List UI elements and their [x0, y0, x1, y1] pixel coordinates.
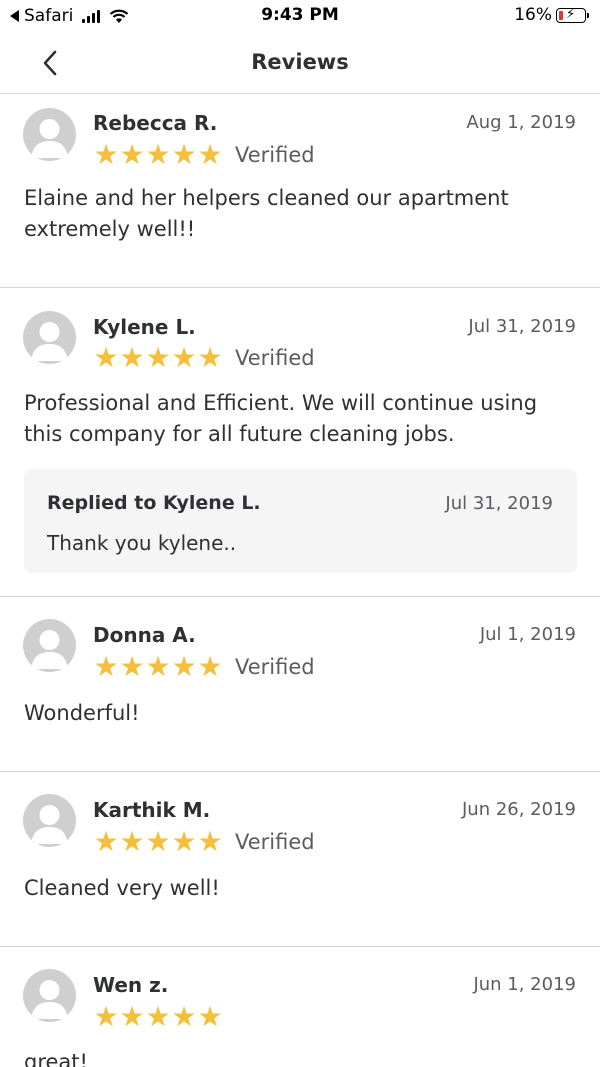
- star-icon: ★: [145, 138, 171, 171]
- star-icon: ★: [197, 825, 223, 858]
- verified-label: Verified: [235, 655, 315, 679]
- star-icon: ★: [119, 341, 145, 374]
- battery-percent: 16%: [514, 5, 552, 25]
- star-icon: ★: [93, 825, 119, 858]
- star-icon: ★: [119, 1000, 145, 1033]
- star-icon: ★: [93, 341, 119, 374]
- verified-label: Verified: [235, 346, 315, 370]
- status-bar: Safari 9:43 PM 16% ⚡: [0, 0, 600, 32]
- review-date: Jun 26, 2019: [461, 799, 576, 820]
- star-icon: ★: [145, 1000, 171, 1033]
- default-user-icon: [31, 980, 68, 1019]
- reviewer-name: Kylene L.: [93, 315, 196, 339]
- star-icon: ★: [171, 341, 197, 374]
- reviewer-name: Wen z.: [93, 973, 169, 997]
- clock: 9:43 PM: [261, 5, 339, 25]
- star-icon: ★: [93, 650, 119, 683]
- reviewer-name: Karthik M.: [93, 798, 211, 822]
- review-text-line: Elaine and her helpers cleaned our apart…: [24, 186, 509, 210]
- star-icon: ★: [197, 341, 223, 374]
- review-text-line: Wonderful!: [24, 701, 140, 725]
- review-text: Wonderful!: [24, 698, 584, 729]
- star-icon: ★: [145, 825, 171, 858]
- star-icon: ★: [197, 138, 223, 171]
- star-icon: ★: [197, 1000, 223, 1033]
- star-icon: ★: [93, 1000, 119, 1033]
- review-text-line: Professional and Efficient. We will cont…: [24, 391, 538, 415]
- star-rating: ★ ★ ★ ★ ★ Verified: [93, 138, 315, 171]
- review-item: Kylene L. Jul 31, 2019 ★ ★ ★ ★ ★ Verified Pr…: [0, 288, 600, 597]
- default-user-icon: [31, 805, 68, 844]
- avatar: [23, 969, 76, 1022]
- reviewer-name: Donna A.: [93, 623, 196, 647]
- avatar: [23, 794, 76, 847]
- star-icon: ★: [145, 650, 171, 683]
- star-icon: ★: [119, 825, 145, 858]
- star-icon: ★: [93, 138, 119, 171]
- review-text: Elaine and her helpers cleaned our apart…: [24, 183, 584, 245]
- review-text-line: Cleaned very well!: [24, 876, 220, 900]
- reply-title: Replied to Kylene L.: [47, 492, 261, 514]
- battery-status: 16% ⚡: [514, 5, 589, 25]
- review-text-line: this company for all future cleaning job…: [24, 422, 455, 446]
- star-icon: ★: [197, 650, 223, 683]
- default-user-icon: [31, 630, 68, 669]
- default-user-icon: [31, 322, 68, 361]
- reviewer-name: Rebecca R.: [93, 111, 218, 135]
- review-text: Professional and Efficient. We will cont…: [24, 388, 584, 450]
- star-icon: ★: [119, 650, 145, 683]
- star-icon: ★: [171, 138, 197, 171]
- navigation-bar: Reviews: [0, 32, 600, 94]
- charging-bolt-icon: ⚡: [566, 6, 576, 22]
- review-date: Jul 1, 2019: [479, 624, 576, 645]
- battery-level: [559, 10, 563, 20]
- star-icon: ★: [119, 138, 145, 171]
- review-text: Cleaned very well!: [24, 873, 584, 904]
- star-rating: ★ ★ ★ ★ ★ Verified: [93, 650, 315, 683]
- verified-label: Verified: [235, 830, 315, 854]
- page-title: Reviews: [251, 50, 349, 74]
- review-item: Wen z. Jun 1, 2019 ★ ★ ★ ★ ★ great!: [0, 947, 600, 1067]
- star-icon: ★: [171, 650, 197, 683]
- star-rating: ★ ★ ★ ★ ★ Verified: [93, 825, 315, 858]
- review-text-line: extremely well!!: [24, 217, 196, 241]
- star-icon: ★: [171, 1000, 197, 1033]
- avatar: [23, 311, 76, 364]
- review-date: Jul 31, 2019: [468, 316, 576, 337]
- review-date: Jun 1, 2019: [473, 974, 576, 995]
- review-date: Aug 1, 2019: [466, 112, 576, 133]
- review-item: Donna A. Jul 1, 2019 ★ ★ ★ ★ ★ Verified Wond…: [0, 597, 600, 772]
- battery-icon: ⚡: [556, 6, 589, 23]
- verified-label: Verified: [235, 143, 315, 167]
- star-rating: ★ ★ ★ ★ ★: [93, 1003, 223, 1031]
- reply-text: Thank you kylene..: [47, 531, 237, 555]
- review-text-line: great!: [24, 1050, 88, 1067]
- star-icon: ★: [145, 341, 171, 374]
- star-rating: ★ ★ ★ ★ ★ Verified: [93, 341, 315, 374]
- default-user-icon: [31, 119, 68, 158]
- business-reply: Replied to Kylene L. Jul 31, 2019 Thank …: [24, 469, 577, 573]
- review-text: great!: [24, 1047, 584, 1067]
- reply-date: Jul 31, 2019: [445, 493, 553, 514]
- star-icon: ★: [171, 825, 197, 858]
- review-item: Rebecca R. Aug 1, 2019 ★ ★ ★ ★ ★ Verified El…: [0, 95, 600, 288]
- review-item: Karthik M. Jun 26, 2019 ★ ★ ★ ★ ★ Verified C…: [0, 772, 600, 947]
- avatar: [23, 108, 76, 161]
- avatar: [23, 619, 76, 672]
